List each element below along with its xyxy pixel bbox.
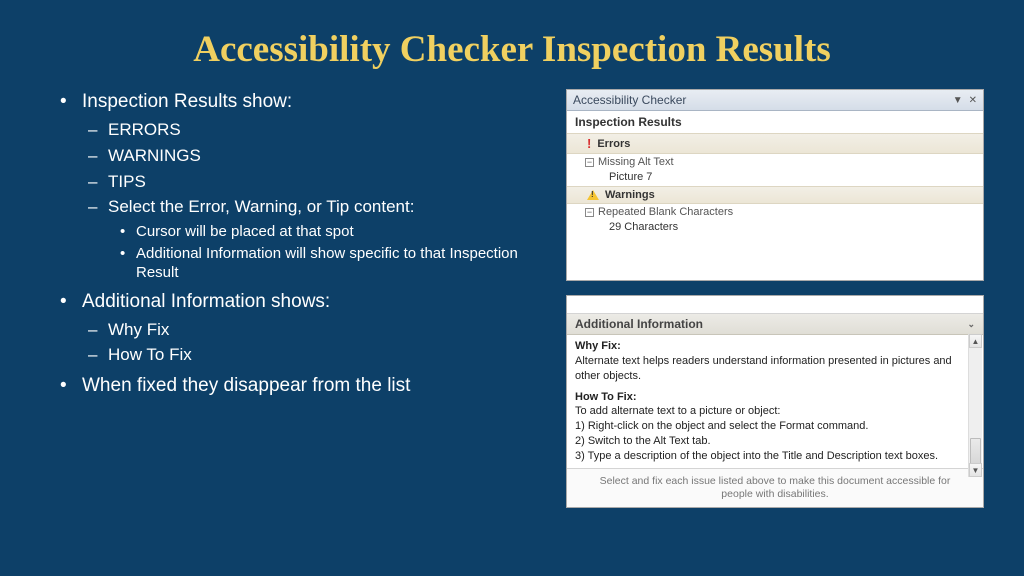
bullet-l1: Inspection Results show: xyxy=(82,91,292,112)
error-icon: ! xyxy=(587,136,591,151)
bullet-l1: When fixed they disappear from the list xyxy=(60,373,546,399)
panel-title: Accessibility Checker xyxy=(573,93,686,107)
panel-footer-note: Select and fix each issue listed above t… xyxy=(567,468,983,507)
error-item-child[interactable]: Picture 7 xyxy=(567,170,983,186)
errors-category[interactable]: ! Errors xyxy=(567,133,983,154)
warning-item[interactable]: − Repeated Blank Characters xyxy=(567,204,983,220)
bullet-l2: Why Fix xyxy=(82,319,546,342)
how-to-fix-label: How To Fix: xyxy=(575,391,637,403)
collapse-icon[interactable]: − xyxy=(585,208,594,217)
error-item[interactable]: − Missing Alt Text xyxy=(567,154,983,170)
bullet-l2: WARNINGS xyxy=(82,145,546,168)
how-to-fix-intro: To add alternate text to a picture or ob… xyxy=(575,404,965,419)
collapse-icon[interactable]: − xyxy=(585,158,594,167)
slide-title: Accessibility Checker Inspection Results xyxy=(0,0,1024,89)
additional-info-header: Additional Information xyxy=(575,317,703,331)
how-to-fix-step: 3) Type a description of the object into… xyxy=(575,449,965,464)
scroll-up-icon[interactable]: ▲ xyxy=(969,334,982,348)
how-to-fix-step: 2) Switch to the Alt Text tab. xyxy=(575,434,965,449)
why-fix-label: Why Fix: xyxy=(575,340,621,352)
bullet-l3: Cursor will be placed at that spot xyxy=(108,222,546,242)
chevron-down-icon[interactable]: ⌄ xyxy=(967,319,975,330)
scrollbar[interactable]: ▲ ▼ xyxy=(968,334,982,477)
additional-info-panel: Additional Information ⌄ Why Fix: Altern… xyxy=(566,295,984,508)
how-to-fix-step: 1) Right-click on the object and select … xyxy=(575,419,965,434)
bullet-l2: ERRORS xyxy=(82,119,546,142)
warning-icon xyxy=(587,190,599,200)
warning-item-child[interactable]: 29 Characters xyxy=(567,220,983,236)
accessibility-checker-panel: Accessibility Checker ▼ ✕ Inspection Res… xyxy=(566,89,984,281)
bullet-l1: Additional Information shows: xyxy=(82,291,330,312)
bullet-l2: How To Fix xyxy=(82,344,546,367)
scroll-thumb[interactable] xyxy=(970,438,981,464)
bullet-l3: Additional Information will show specifi… xyxy=(108,244,546,283)
warnings-category[interactable]: Warnings xyxy=(567,186,983,204)
additional-info-body: Why Fix: Alternate text helps readers un… xyxy=(567,335,983,468)
bullet-content: Inspection Results show: ERRORS WARNINGS… xyxy=(60,89,546,508)
bullet-l2: TIPS xyxy=(82,171,546,194)
inspection-results-header: Inspection Results xyxy=(567,111,983,133)
why-fix-text: Alternate text helps readers understand … xyxy=(575,354,965,384)
scroll-down-icon[interactable]: ▼ xyxy=(969,463,982,477)
dropdown-icon[interactable]: ▼ xyxy=(953,95,963,106)
close-icon[interactable]: ✕ xyxy=(969,95,977,106)
bullet-l2: Select the Error, Warning, or Tip conten… xyxy=(108,197,414,216)
